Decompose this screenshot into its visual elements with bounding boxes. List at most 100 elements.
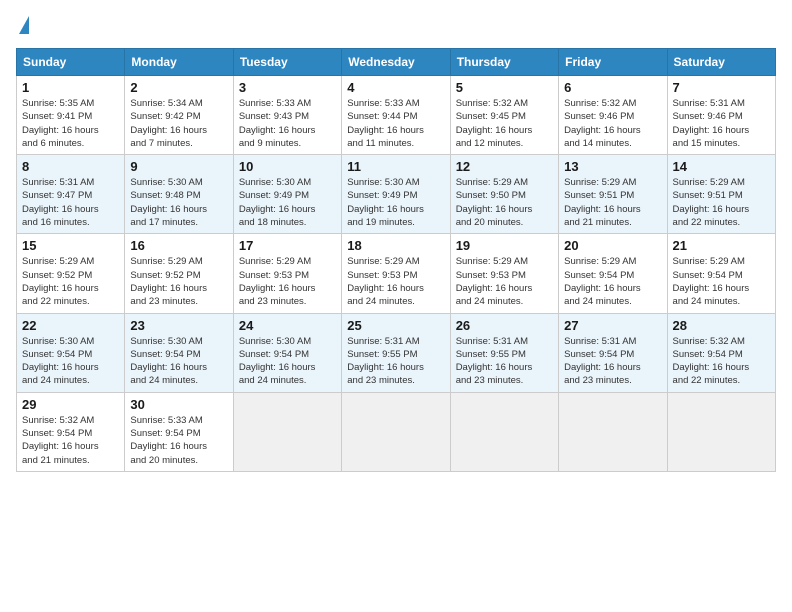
day-number: 28 <box>673 318 770 333</box>
calendar-cell: 26 Sunrise: 5:31 AM Sunset: 9:55 PM Dayli… <box>450 313 558 392</box>
calendar-cell: 8 Sunrise: 5:31 AM Sunset: 9:47 PM Daylig… <box>17 155 125 234</box>
calendar-cell <box>233 392 341 471</box>
day-number: 2 <box>130 80 227 95</box>
day-number: 7 <box>673 80 770 95</box>
day-number: 11 <box>347 159 444 174</box>
calendar-cell: 4 Sunrise: 5:33 AM Sunset: 9:44 PM Daylig… <box>342 76 450 155</box>
calendar-table: SundayMondayTuesdayWednesdayThursdayFrid… <box>16 48 776 472</box>
day-info: Sunrise: 5:33 AM Sunset: 9:44 PM Dayligh… <box>347 97 444 150</box>
day-number: 13 <box>564 159 661 174</box>
calendar-cell: 6Sunrise: 5:32 AM Sunset: 9:46 PM Daylig… <box>559 76 667 155</box>
day-number: 14 <box>673 159 770 174</box>
day-info: Sunrise: 5:32 AM Sunset: 9:54 PM Dayligh… <box>22 414 119 467</box>
day-info: Sunrise: 5:33 AM Sunset: 9:43 PM Dayligh… <box>239 97 336 150</box>
day-number: 4 <box>347 80 444 95</box>
calendar-cell <box>667 392 775 471</box>
weekday-header-friday: Friday <box>559 49 667 76</box>
calendar-week-1: 1 Sunrise: 5:35 AM Sunset: 9:41 PM Daylig… <box>17 76 776 155</box>
calendar-cell: 28Sunrise: 5:32 AM Sunset: 9:54 PM Dayli… <box>667 313 775 392</box>
calendar-cell: 30Sunrise: 5:33 AM Sunset: 9:54 PM Dayli… <box>125 392 233 471</box>
calendar-cell: 15Sunrise: 5:29 AM Sunset: 9:52 PM Dayli… <box>17 234 125 313</box>
day-number: 18 <box>347 238 444 253</box>
calendar-cell: 16 Sunrise: 5:29 AM Sunset: 9:52 PM Dayli… <box>125 234 233 313</box>
day-info: Sunrise: 5:34 AM Sunset: 9:42 PM Dayligh… <box>130 97 227 150</box>
calendar-cell: 11 Sunrise: 5:30 AM Sunset: 9:49 PM Dayli… <box>342 155 450 234</box>
day-info: Sunrise: 5:30 AM Sunset: 9:48 PM Dayligh… <box>130 176 227 229</box>
day-info: Sunrise: 5:30 AM Sunset: 9:54 PM Dayligh… <box>239 335 336 388</box>
day-number: 29 <box>22 397 119 412</box>
day-number: 5 <box>456 80 553 95</box>
calendar-cell: 10Sunrise: 5:30 AM Sunset: 9:49 PM Dayli… <box>233 155 341 234</box>
calendar-cell: 24 Sunrise: 5:30 AM Sunset: 9:54 PM Dayli… <box>233 313 341 392</box>
day-info: Sunrise: 5:29 AM Sunset: 9:54 PM Dayligh… <box>564 255 661 308</box>
day-number: 12 <box>456 159 553 174</box>
day-number: 3 <box>239 80 336 95</box>
calendar-cell <box>559 392 667 471</box>
day-number: 8 <box>22 159 119 174</box>
calendar-cell: 21 Sunrise: 5:29 AM Sunset: 9:54 PM Dayli… <box>667 234 775 313</box>
day-info: Sunrise: 5:31 AM Sunset: 9:55 PM Dayligh… <box>456 335 553 388</box>
day-number: 17 <box>239 238 336 253</box>
day-info: Sunrise: 5:29 AM Sunset: 9:52 PM Dayligh… <box>130 255 227 308</box>
calendar-cell: 22 Sunrise: 5:30 AM Sunset: 9:54 PM Dayli… <box>17 313 125 392</box>
calendar-cell: 17 Sunrise: 5:29 AM Sunset: 9:53 PM Dayli… <box>233 234 341 313</box>
day-info: Sunrise: 5:31 AM Sunset: 9:46 PM Dayligh… <box>673 97 770 150</box>
weekday-header-monday: Monday <box>125 49 233 76</box>
calendar-cell: 20 Sunrise: 5:29 AM Sunset: 9:54 PM Dayli… <box>559 234 667 313</box>
day-number: 1 <box>22 80 119 95</box>
calendar-cell: 1 Sunrise: 5:35 AM Sunset: 9:41 PM Daylig… <box>17 76 125 155</box>
day-info: Sunrise: 5:29 AM Sunset: 9:53 PM Dayligh… <box>239 255 336 308</box>
logo <box>16 16 29 36</box>
day-number: 22 <box>22 318 119 333</box>
calendar-cell: 29 Sunrise: 5:32 AM Sunset: 9:54 PM Dayli… <box>17 392 125 471</box>
day-number: 25 <box>347 318 444 333</box>
day-info: Sunrise: 5:29 AM Sunset: 9:52 PM Dayligh… <box>22 255 119 308</box>
calendar-cell: 19Sunrise: 5:29 AM Sunset: 9:53 PM Dayli… <box>450 234 558 313</box>
calendar-cell: 7 Sunrise: 5:31 AM Sunset: 9:46 PM Daylig… <box>667 76 775 155</box>
day-number: 21 <box>673 238 770 253</box>
day-info: Sunrise: 5:29 AM Sunset: 9:54 PM Dayligh… <box>673 255 770 308</box>
calendar-cell: 12Sunrise: 5:29 AM Sunset: 9:50 PM Dayli… <box>450 155 558 234</box>
day-number: 19 <box>456 238 553 253</box>
calendar-week-2: 8 Sunrise: 5:31 AM Sunset: 9:47 PM Daylig… <box>17 155 776 234</box>
calendar-cell: 18 Sunrise: 5:29 AM Sunset: 9:53 PM Dayli… <box>342 234 450 313</box>
calendar-cell <box>342 392 450 471</box>
day-info: Sunrise: 5:29 AM Sunset: 9:53 PM Dayligh… <box>347 255 444 308</box>
day-number: 23 <box>130 318 227 333</box>
day-number: 9 <box>130 159 227 174</box>
header <box>16 16 776 36</box>
calendar-cell: 27Sunrise: 5:31 AM Sunset: 9:54 PM Dayli… <box>559 313 667 392</box>
day-number: 30 <box>130 397 227 412</box>
day-info: Sunrise: 5:31 AM Sunset: 9:47 PM Dayligh… <box>22 176 119 229</box>
day-number: 16 <box>130 238 227 253</box>
day-number: 6 <box>564 80 661 95</box>
day-number: 24 <box>239 318 336 333</box>
day-info: Sunrise: 5:31 AM Sunset: 9:55 PM Dayligh… <box>347 335 444 388</box>
calendar-cell: 13Sunrise: 5:29 AM Sunset: 9:51 PM Dayli… <box>559 155 667 234</box>
weekday-header-thursday: Thursday <box>450 49 558 76</box>
calendar-cell: 5 Sunrise: 5:32 AM Sunset: 9:45 PM Daylig… <box>450 76 558 155</box>
logo-triangle-icon <box>19 16 29 34</box>
day-number: 10 <box>239 159 336 174</box>
calendar-cell: 2 Sunrise: 5:34 AM Sunset: 9:42 PM Daylig… <box>125 76 233 155</box>
weekday-header-saturday: Saturday <box>667 49 775 76</box>
day-info: Sunrise: 5:30 AM Sunset: 9:54 PM Dayligh… <box>130 335 227 388</box>
calendar-cell: 3 Sunrise: 5:33 AM Sunset: 9:43 PM Daylig… <box>233 76 341 155</box>
day-number: 26 <box>456 318 553 333</box>
day-info: Sunrise: 5:30 AM Sunset: 9:49 PM Dayligh… <box>347 176 444 229</box>
day-number: 27 <box>564 318 661 333</box>
calendar-week-3: 15Sunrise: 5:29 AM Sunset: 9:52 PM Dayli… <box>17 234 776 313</box>
day-info: Sunrise: 5:29 AM Sunset: 9:51 PM Dayligh… <box>673 176 770 229</box>
calendar-cell: 9 Sunrise: 5:30 AM Sunset: 9:48 PM Daylig… <box>125 155 233 234</box>
day-info: Sunrise: 5:35 AM Sunset: 9:41 PM Dayligh… <box>22 97 119 150</box>
calendar-week-5: 29 Sunrise: 5:32 AM Sunset: 9:54 PM Dayli… <box>17 392 776 471</box>
day-info: Sunrise: 5:32 AM Sunset: 9:45 PM Dayligh… <box>456 97 553 150</box>
calendar-cell: 25 Sunrise: 5:31 AM Sunset: 9:55 PM Dayli… <box>342 313 450 392</box>
weekday-header-tuesday: Tuesday <box>233 49 341 76</box>
calendar-cell: 14 Sunrise: 5:29 AM Sunset: 9:51 PM Dayli… <box>667 155 775 234</box>
weekday-header-wednesday: Wednesday <box>342 49 450 76</box>
day-number: 20 <box>564 238 661 253</box>
day-info: Sunrise: 5:30 AM Sunset: 9:54 PM Dayligh… <box>22 335 119 388</box>
calendar-cell <box>450 392 558 471</box>
calendar-cell: 23 Sunrise: 5:30 AM Sunset: 9:54 PM Dayli… <box>125 313 233 392</box>
